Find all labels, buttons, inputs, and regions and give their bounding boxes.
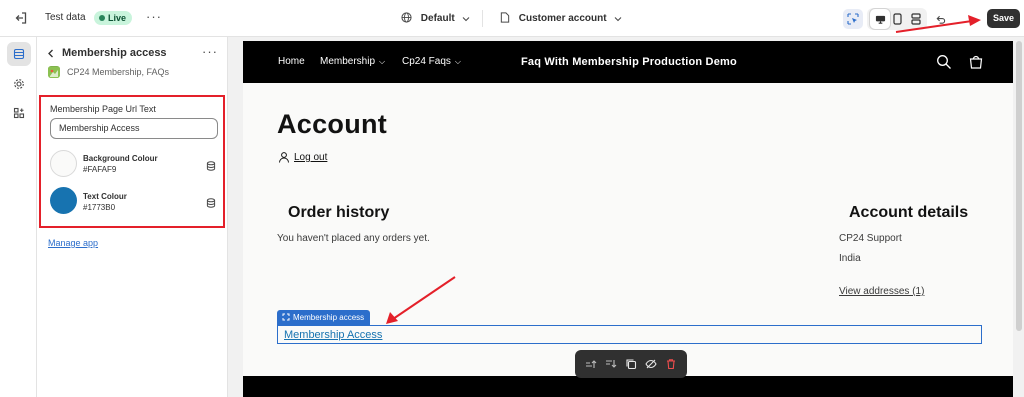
nav-item-membership-label: Membership (320, 56, 376, 67)
store-brand[interactable]: Faq With Membership Production Demo (521, 56, 737, 68)
app-name: CP24 Membership, FAQs (67, 67, 170, 77)
manage-app-link[interactable]: Manage app (48, 238, 98, 248)
page-icon (500, 12, 510, 23)
url-text-input[interactable]: Membership Access (50, 118, 218, 139)
template-selector[interactable]: Default (401, 12, 470, 24)
duplicate-icon[interactable] (624, 357, 638, 371)
store-header: Home Membership ⌵ Cp24 Faqs ⌵ Faq With Mem… (243, 41, 1013, 83)
fullscreen-view-button[interactable] (906, 9, 926, 29)
cursor-select-icon (847, 13, 859, 25)
selected-block-tag-label: Membership access (293, 313, 365, 322)
page-selector-label: Customer account (518, 13, 607, 24)
globe-icon (401, 12, 412, 23)
apps-icon (13, 107, 25, 119)
block-settings-panel: Membership access ··· CP24 Membership, F… (37, 37, 228, 397)
dynamic-source-icon[interactable] (206, 195, 216, 208)
mobile-view-button[interactable] (887, 9, 907, 29)
chevron-down-icon (614, 17, 622, 22)
theme-name: Test data (45, 12, 86, 23)
move-down-icon[interactable] (604, 357, 618, 371)
gear-icon (14, 79, 24, 89)
editor-topbar: Test data Live ··· Default Customer acco… (0, 0, 1024, 37)
nav-item-faqs-label: Cp24 Faqs (402, 56, 451, 67)
account-details-heading: Account details (849, 204, 969, 221)
text-colour-value: #1773B0 (83, 203, 116, 212)
preview-scrollbar[interactable] (1016, 41, 1022, 331)
editor-nav-rail (0, 37, 37, 397)
storefront-preview: Home Membership ⌵ Cp24 Faqs ⌵ Faq With Mem… (243, 41, 1013, 397)
block-floating-toolbar (575, 350, 687, 378)
background-colour-swatch[interactable] (50, 150, 77, 177)
text-colour-label: Text Colour (83, 192, 127, 201)
live-badge-label: Live (108, 13, 127, 23)
search-icon[interactable] (936, 54, 952, 70)
sections-icon (13, 48, 25, 60)
user-icon (278, 150, 290, 163)
desktop-icon (875, 15, 885, 24)
page-selector[interactable]: Customer account (500, 12, 622, 24)
panel-more-button[interactable]: ··· (202, 44, 218, 59)
cart-icon[interactable] (968, 54, 984, 70)
selected-block-tag[interactable]: Membership access (277, 310, 371, 325)
page-title: Account (277, 109, 388, 139)
topbar-divider (482, 10, 483, 27)
nav-item-membership[interactable]: Membership ⌵ (320, 56, 385, 67)
background-colour-label: Background Colour (83, 154, 158, 163)
save-button[interactable]: Save (987, 9, 1020, 28)
nav-item-faqs[interactable]: Cp24 Faqs ⌵ (402, 56, 461, 67)
hide-icon[interactable] (644, 357, 658, 371)
logout-link[interactable]: Log out (294, 152, 327, 163)
rail-theme-settings-button[interactable] (7, 72, 31, 96)
chevron-down-icon (463, 17, 470, 22)
template-selector-label: Default (420, 13, 455, 24)
membership-access-link[interactable]: Membership Access (284, 329, 382, 341)
view-addresses-link[interactable]: View addresses (1) (839, 286, 924, 297)
undo-button[interactable] (930, 9, 950, 29)
rail-app-embeds-button[interactable] (7, 101, 31, 125)
account-name: CP24 Support (839, 233, 902, 244)
store-footer (243, 376, 1013, 397)
exit-icon[interactable] (14, 11, 28, 25)
fullwidth-icon (911, 13, 921, 25)
order-history-heading: Order history (288, 204, 390, 221)
delete-icon[interactable] (664, 357, 678, 371)
inspector-toggle-button[interactable] (843, 9, 863, 29)
url-text-label: Membership Page Url Text (50, 104, 156, 114)
panel-title: Membership access (62, 47, 167, 59)
undo-icon (936, 15, 945, 24)
mobile-icon (892, 13, 902, 25)
no-orders-text: You haven't placed any orders yet. (277, 233, 430, 244)
membership-access-block[interactable]: Membership Access (277, 325, 982, 344)
rail-sections-button[interactable] (7, 42, 31, 66)
text-colour-swatch[interactable] (50, 187, 77, 214)
account-country: India (839, 253, 861, 264)
live-dot-icon (99, 15, 105, 21)
chevron-down-icon: ⌵ (454, 57, 461, 66)
live-badge: Live (94, 11, 133, 25)
back-chevron-icon[interactable] (47, 49, 54, 61)
app-logo-icon (48, 66, 60, 78)
move-up-icon[interactable] (584, 357, 598, 371)
dynamic-source-icon[interactable] (206, 158, 216, 171)
nav-item-home[interactable]: Home (278, 56, 305, 67)
chevron-down-icon: ⌵ (379, 57, 386, 66)
block-select-icon (282, 313, 290, 321)
theme-more-button[interactable]: ··· (146, 9, 162, 24)
background-colour-value: #FAFAF9 (83, 165, 117, 174)
highlighted-settings-box: Membership Page Url Text Membership Acce… (39, 95, 225, 228)
